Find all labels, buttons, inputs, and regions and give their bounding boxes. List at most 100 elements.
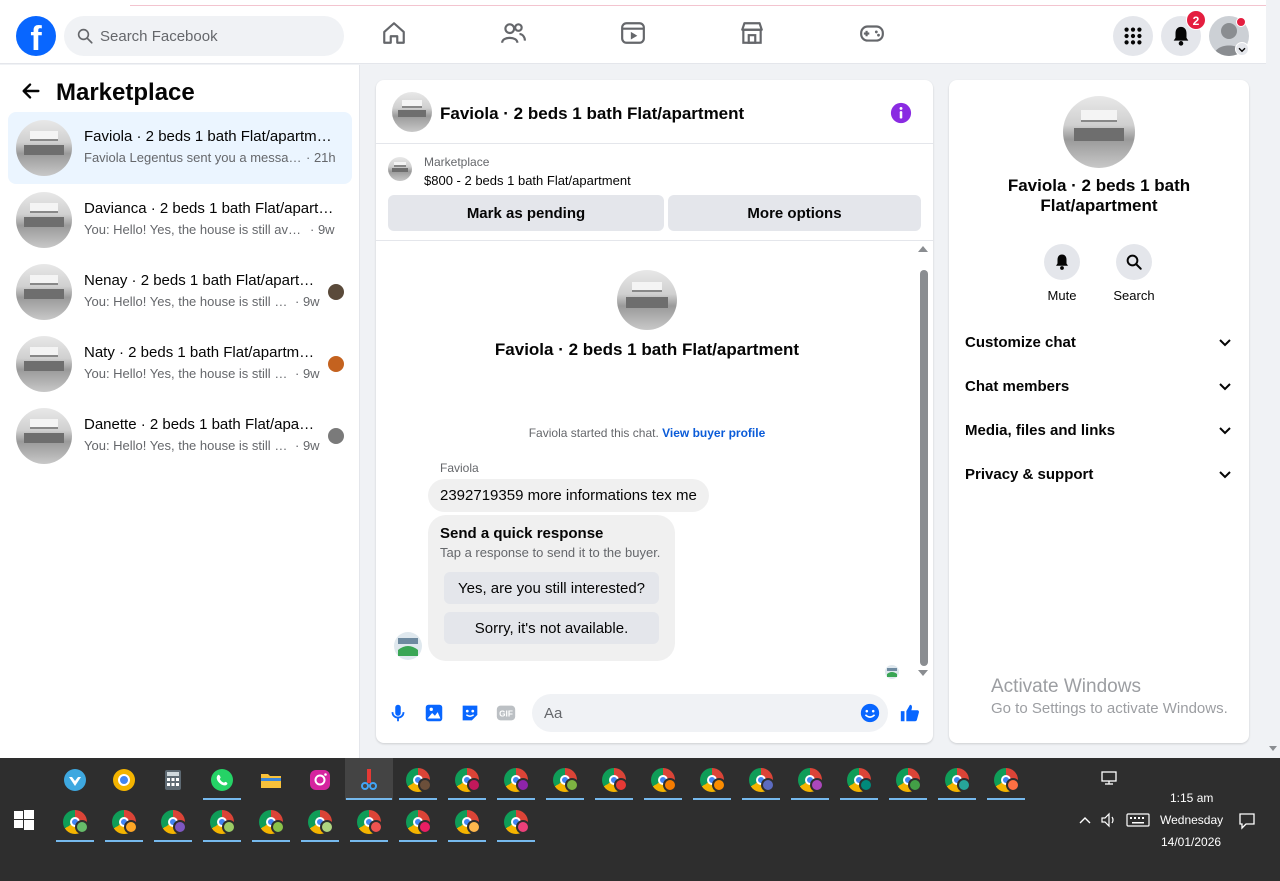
app-blue-icon[interactable]	[55, 760, 95, 800]
quick-response-interested-button[interactable]: Yes, are you still interested?	[444, 572, 659, 604]
calculator-icon[interactable]	[153, 760, 193, 800]
section-label: Privacy & support	[965, 465, 1094, 483]
file-explorer-icon[interactable]	[251, 760, 291, 800]
chrome-profile-icon[interactable]	[937, 760, 977, 800]
emoji-icon[interactable]	[859, 702, 881, 724]
chrome-profile-icon[interactable]	[55, 802, 95, 842]
chat-started-note: Faviola started this chat. View buyer pr…	[376, 426, 918, 440]
conversation-title: Danette · 2 beds 1 bath Flat/apartment	[84, 416, 316, 433]
sticker-icon[interactable]	[459, 702, 481, 724]
whatsapp-icon[interactable]	[202, 760, 242, 800]
gif-icon[interactable]: GIF	[495, 702, 517, 724]
search-icon	[77, 28, 93, 44]
conversation-item[interactable]: Naty · 2 beds 1 bath Flat/apartment You:…	[8, 328, 352, 400]
info-icon[interactable]	[890, 102, 912, 124]
marketplace-icon[interactable]	[739, 20, 765, 46]
clock-date[interactable]: 14/01/2026	[1161, 835, 1221, 849]
home-icon[interactable]	[381, 20, 407, 46]
sender-avatar[interactable]	[394, 632, 422, 660]
action-center-icon[interactable]	[1238, 812, 1256, 833]
chrome-profile-icon[interactable]	[104, 802, 144, 842]
chrome-profile-icon[interactable]	[300, 802, 340, 842]
search-input[interactable]	[100, 27, 320, 45]
view-buyer-profile-link[interactable]: View buyer profile	[662, 426, 765, 440]
snipping-tool-icon[interactable]	[345, 758, 393, 800]
chat-thumbnail[interactable]	[392, 92, 432, 132]
chrome-profile-icon[interactable]	[447, 802, 487, 842]
chrome-profile-icon[interactable]	[398, 760, 438, 800]
scroll-down-arrow[interactable]	[918, 670, 928, 676]
conversation-title: Naty · 2 beds 1 bath Flat/apartment	[84, 344, 316, 361]
chrome-profile-icon[interactable]	[839, 760, 879, 800]
grid-icon	[1124, 27, 1142, 45]
search-bar[interactable]	[64, 16, 344, 56]
privacy-support-section[interactable]: Privacy & support	[965, 456, 1233, 492]
message-input[interactable]	[532, 694, 888, 732]
details-avatar	[1063, 96, 1135, 168]
video-icon[interactable]	[620, 20, 646, 46]
conversation-preview: You: Hello! Yes, the house is still avai…	[84, 438, 294, 453]
more-options-button[interactable]: More options	[668, 195, 921, 231]
chrome-profile-icon[interactable]	[349, 802, 389, 842]
mute-button[interactable]: Mute	[1032, 244, 1092, 303]
friends-icon[interactable]	[500, 20, 526, 46]
conversation-item[interactable]: Danette · 2 beds 1 bath Flat/apartment Y…	[8, 400, 352, 472]
scroll-up-arrow[interactable]	[918, 246, 928, 252]
customize-chat-section[interactable]: Customize chat	[965, 324, 1233, 360]
conversation-item[interactable]: Nenay · 2 beds 1 bath Flat/apartment You…	[8, 256, 352, 328]
chevron-down-icon[interactable]	[1235, 42, 1249, 56]
windows-start-icon[interactable]	[14, 810, 34, 830]
clock-day[interactable]: Wednesday	[1160, 813, 1223, 827]
conversation-title: Davianca · 2 beds 1 bath Flat/apartment	[84, 200, 334, 217]
listing-thumbnail[interactable]	[388, 157, 412, 181]
chevron-up-icon[interactable]	[1078, 814, 1092, 831]
scroll-down-arrow[interactable]	[1269, 746, 1277, 751]
chrome-profile-icon[interactable]	[251, 802, 291, 842]
conversation-item[interactable]: Davianca · 2 beds 1 bath Flat/apartment …	[8, 184, 352, 256]
chrome-profile-icon[interactable]	[594, 760, 634, 800]
gaming-icon[interactable]	[859, 20, 885, 46]
quick-response-unavailable-button[interactable]: Sorry, it's not available.	[444, 612, 659, 644]
listing-title[interactable]: $800 - 2 beds 1 bath Flat/apartment	[424, 173, 631, 188]
like-icon[interactable]	[899, 702, 921, 724]
chrome-profile-icon[interactable]	[545, 760, 585, 800]
chrome-profile-icon[interactable]	[398, 802, 438, 842]
page-scrollbar[interactable]	[1266, 0, 1280, 758]
keyboard-icon[interactable]	[1126, 812, 1150, 831]
chrome-canary-icon[interactable]	[104, 760, 144, 800]
instagram-icon[interactable]	[300, 760, 340, 800]
chrome-profile-icon[interactable]	[496, 760, 536, 800]
back-arrow-icon[interactable]	[20, 80, 42, 107]
menu-button[interactable]	[1113, 16, 1153, 56]
thread-scrollbar[interactable]	[918, 246, 928, 676]
chrome-profile-icon[interactable]	[741, 760, 781, 800]
chrome-profile-icon[interactable]	[790, 760, 830, 800]
chat-members-section[interactable]: Chat members	[965, 368, 1233, 404]
chrome-profile-icon[interactable]	[888, 760, 928, 800]
chat-title[interactable]: Faviola · 2 beds 1 bath Flat/apartment	[440, 104, 744, 124]
microphone-icon[interactable]	[387, 702, 409, 724]
chrome-profile-icon[interactable]	[496, 802, 536, 842]
bell-icon	[1056, 254, 1068, 270]
volume-icon[interactable]	[1100, 812, 1118, 831]
conversation-time: · 9w	[295, 438, 320, 453]
chrome-profile-icon[interactable]	[202, 802, 242, 842]
windows-taskbar: 1:15 am Wednesday 14/01/2026	[0, 758, 1280, 881]
chrome-profile-icon[interactable]	[153, 802, 193, 842]
photo-icon[interactable]	[423, 702, 445, 724]
chrome-profile-icon[interactable]	[986, 760, 1026, 800]
message-bubble[interactable]: 2392719359 more informations tex me	[428, 479, 709, 512]
facebook-logo[interactable]: f	[16, 16, 56, 56]
chrome-profile-icon[interactable]	[643, 760, 683, 800]
media-files-links-section[interactable]: Media, files and links	[965, 412, 1233, 448]
clock-time[interactable]: 1:15 am	[1170, 791, 1213, 805]
conversation-item[interactable]: Faviola · 2 beds 1 bath Flat/apartment F…	[8, 112, 352, 184]
network-display-icon[interactable]	[1100, 770, 1118, 789]
chrome-profile-icon[interactable]	[447, 760, 487, 800]
mark-pending-button[interactable]: Mark as pending	[388, 195, 664, 231]
search-chat-button[interactable]: Search	[1104, 244, 1164, 303]
mute-label: Mute	[1047, 288, 1077, 303]
chevron-down-icon	[1219, 427, 1231, 435]
scroll-thumb[interactable]	[920, 270, 928, 666]
chrome-profile-icon[interactable]	[692, 760, 732, 800]
